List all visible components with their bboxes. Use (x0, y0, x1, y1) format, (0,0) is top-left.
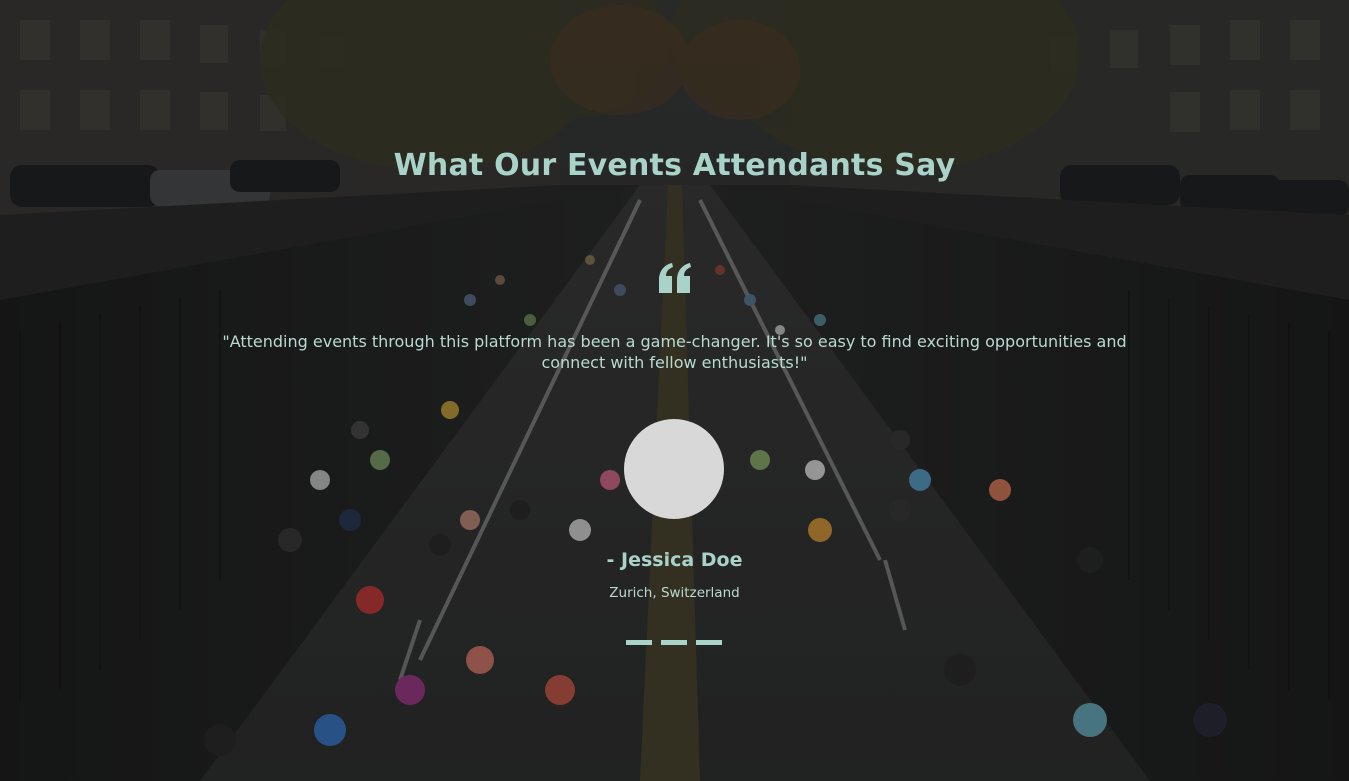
carousel-indicator-1[interactable] (626, 640, 652, 645)
testimonial-quote: "Attending events through this platform … (222, 332, 1127, 372)
avatar (624, 419, 724, 519)
quote-icon (659, 263, 691, 293)
carousel-indicator-3[interactable] (696, 640, 722, 645)
author-location: Zurich, Switzerland (609, 585, 740, 601)
author-name: - Jessica Doe (606, 549, 743, 571)
carousel-indicators (626, 640, 724, 646)
testimonial-carousel: What Our Events Attendants Say "Attendin… (0, 0, 1349, 781)
testimonials-section: What Our Events Attendants Say "Attendin… (0, 0, 1349, 781)
carousel-indicator-2[interactable] (661, 640, 687, 645)
section-title: What Our Events Attendants Say (393, 148, 956, 183)
